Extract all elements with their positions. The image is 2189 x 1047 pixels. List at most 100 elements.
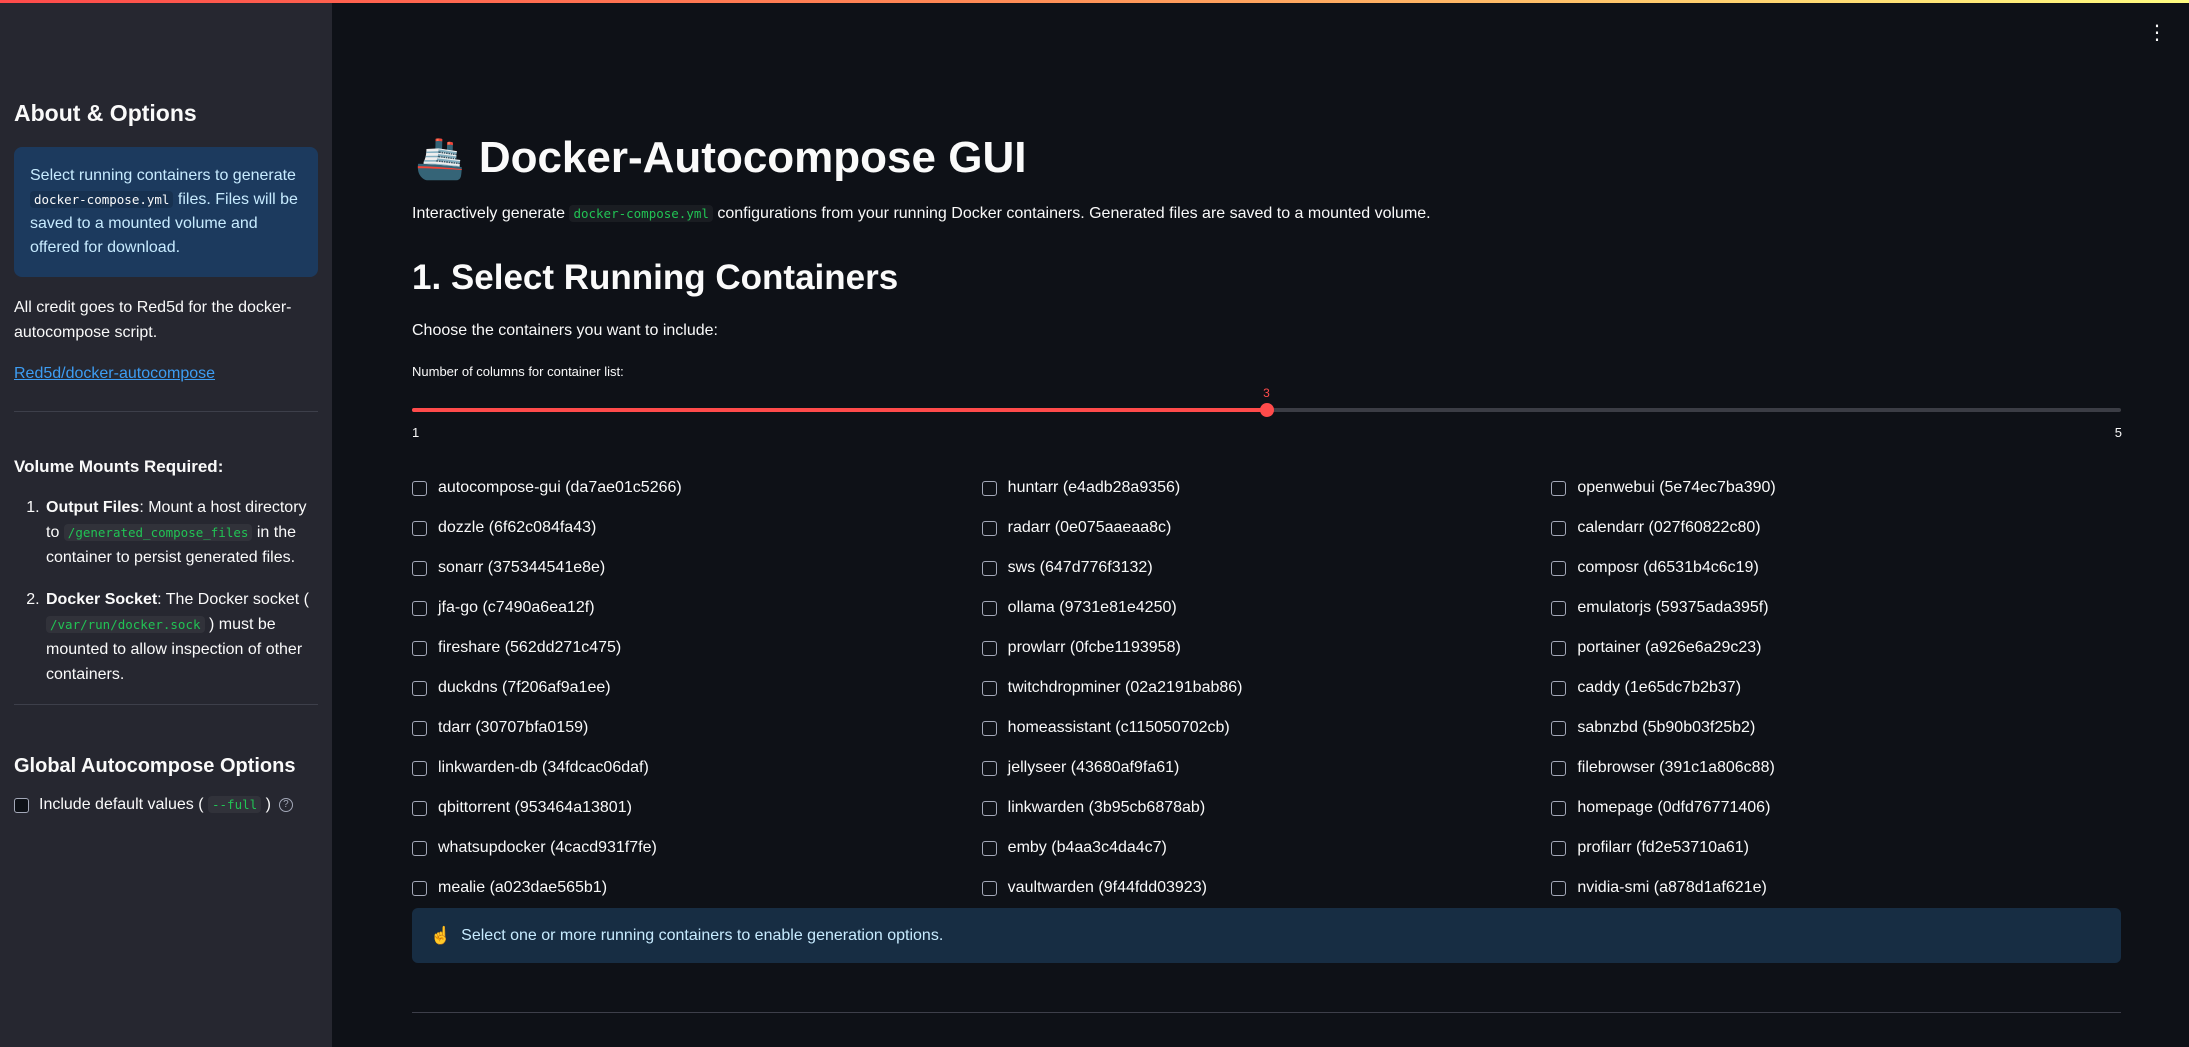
container-option[interactable]: jfa-go (c7490a6ea12f) [412, 588, 982, 628]
subtitle-code: docker-compose.yml [569, 205, 713, 222]
container-checkbox[interactable] [412, 680, 427, 696]
container-checkbox[interactable] [981, 800, 997, 816]
container-checkbox[interactable] [412, 520, 427, 536]
help-icon[interactable]: ? [278, 798, 293, 812]
container-checkbox[interactable] [412, 640, 427, 656]
container-label: calendarr (027f60822c80) [1577, 519, 1761, 536]
container-checkbox[interactable] [981, 840, 997, 856]
global-options-title: Global Autocompose Options [14, 755, 296, 777]
container-checkbox[interactable] [981, 640, 997, 656]
container-checkbox[interactable] [412, 720, 427, 736]
container-checkbox[interactable] [412, 600, 427, 616]
container-checkbox[interactable] [412, 880, 427, 896]
container-checkbox[interactable] [981, 680, 997, 696]
volume-item-socket: Docker Socket: The Docker socket ( /var/… [44, 587, 318, 687]
container-label: linkwarden-db (34fdcac06daf) [438, 759, 649, 776]
container-label: sabnzbd (5b90b03f25b2) [1577, 719, 1756, 736]
container-column: autocompose-gui (da7ae01c5266) dozzle (6f… [412, 468, 982, 908]
container-option[interactable]: mealie (a023dae565b1) [412, 868, 982, 908]
container-option[interactable]: linkwarden (3b95cb6878ab) [981, 788, 1552, 828]
container-option[interactable]: twitchdropminer (02a2191bab86) [981, 668, 1552, 708]
container-label: mealie (a023dae565b1) [438, 879, 608, 896]
container-option[interactable]: caddy (1e65dc7b2b37) [1551, 668, 2121, 708]
container-option[interactable]: profilarr (fd2e53710a61) [1551, 828, 2121, 868]
container-checkbox[interactable] [1551, 840, 1567, 856]
container-checkbox[interactable] [981, 560, 997, 576]
volume-item-socket-label: Docker Socket [46, 591, 158, 608]
container-checkbox[interactable] [1551, 560, 1567, 576]
slider-thumb[interactable] [1259, 403, 1274, 417]
container-option[interactable]: jellyseer (43680af9fa61) [981, 748, 1552, 788]
slider-max-label: 5 [2114, 425, 2122, 440]
container-option[interactable]: radarr (0e075aaeaa8c) [981, 508, 1552, 548]
container-columns: autocompose-gui (da7ae01c5266) dozzle (6f… [412, 468, 2121, 908]
container-option[interactable]: dozzle (6f62c084fa43) [412, 508, 982, 548]
container-checkbox[interactable] [1551, 880, 1567, 896]
container-label: sonarr (375344541e8e) [438, 559, 606, 576]
container-option[interactable]: fireshare (562dd271c475) [412, 628, 982, 668]
container-label: prowlarr (0fcbe1193958) [1007, 639, 1181, 656]
container-label: whatsupdocker (4cacd931f7fe) [438, 839, 657, 856]
container-checkbox[interactable] [1551, 480, 1567, 496]
container-checkbox[interactable] [1551, 680, 1567, 696]
container-checkbox[interactable] [412, 760, 427, 776]
container-option[interactable]: ollama (9731e81e4250) [981, 588, 1552, 628]
container-checkbox[interactable] [981, 480, 997, 496]
container-label: huntarr (e4adb28a9356) [1007, 479, 1181, 496]
container-option[interactable]: calendarr (027f60822c80) [1551, 508, 2121, 548]
container-label: emulatorjs (59375ada395f) [1577, 599, 1769, 616]
container-label: linkwarden (3b95cb6878ab) [1007, 799, 1206, 816]
container-option[interactable]: homeassistant (c115050702cb) [981, 708, 1552, 748]
container-option[interactable]: whatsupdocker (4cacd931f7fe) [412, 828, 982, 868]
repo-link[interactable]: Red5d/docker-autocompose [14, 365, 215, 383]
container-label: sws (647d776f3132) [1007, 559, 1153, 576]
container-checkbox[interactable] [981, 880, 997, 896]
container-option[interactable]: emulatorjs (59375ada395f) [1551, 588, 2121, 628]
container-option[interactable]: huntarr (e4adb28a9356) [981, 468, 1552, 508]
container-option[interactable]: emby (b4aa3c4da4c7) [981, 828, 1552, 868]
include-defaults-checkbox[interactable] [14, 797, 29, 813]
container-checkbox[interactable] [1551, 760, 1567, 776]
container-checkbox[interactable] [981, 520, 997, 536]
container-option[interactable]: tdarr (30707bfa0159) [412, 708, 982, 748]
container-option[interactable]: filebrowser (391c1a806c88) [1551, 748, 2121, 788]
container-option[interactable]: linkwarden-db (34fdcac06daf) [412, 748, 982, 788]
container-option[interactable]: qbittorrent (953464a13801) [412, 788, 982, 828]
container-checkbox[interactable] [1551, 800, 1567, 816]
container-option[interactable]: portainer (a926e6a29c23) [1551, 628, 2121, 668]
container-label: duckdns (7f206af9a1ee) [438, 679, 611, 696]
main-menu-icon[interactable]: ⋮ [2147, 23, 2167, 43]
include-defaults-option[interactable]: Include default values ( --full ) ? [14, 796, 318, 814]
include-defaults-code: --full [208, 796, 262, 813]
container-checkbox[interactable] [412, 800, 427, 816]
container-option[interactable]: autocompose-gui (da7ae01c5266) [412, 468, 982, 508]
container-checkbox[interactable] [981, 720, 997, 736]
container-label: composr (d6531b4c6c19) [1577, 559, 1759, 576]
container-checkbox[interactable] [412, 560, 427, 576]
container-checkbox[interactable] [412, 480, 427, 496]
container-option[interactable]: composr (d6531b4c6c19) [1551, 548, 2121, 588]
include-defaults-label-pre: Include default values ( [39, 796, 204, 813]
container-checkbox[interactable] [1551, 720, 1567, 736]
container-option[interactable]: sabnzbd (5b90b03f25b2) [1551, 708, 2121, 748]
container-option[interactable]: homepage (0dfd76771406) [1551, 788, 2121, 828]
container-checkbox[interactable] [981, 760, 997, 776]
info-box: Select running containers to generate do… [14, 147, 318, 277]
container-checkbox[interactable] [1551, 520, 1567, 536]
container-checkbox[interactable] [981, 600, 997, 616]
container-option[interactable]: sonarr (375344541e8e) [412, 548, 982, 588]
container-checkbox[interactable] [412, 840, 427, 856]
container-checkbox[interactable] [1551, 600, 1567, 616]
container-option[interactable]: prowlarr (0fcbe1193958) [981, 628, 1552, 668]
container-option[interactable]: openwebui (5e74ec7ba390) [1551, 468, 2121, 508]
container-option[interactable]: duckdns (7f206af9a1ee) [412, 668, 982, 708]
choose-text: Choose the containers you want to includ… [412, 322, 718, 339]
container-checkbox[interactable] [1551, 640, 1567, 656]
columns-slider-label: Number of columns for container list: [412, 364, 624, 379]
container-option[interactable]: nvidia-smi (a878d1af621e) [1551, 868, 2121, 908]
container-option[interactable]: vaultwarden (9f44fdd03923) [981, 868, 1552, 908]
volume-mounts-list: Output Files: Mount a host directory to … [14, 495, 318, 687]
container-option[interactable]: sws (647d776f3132) [981, 548, 1552, 588]
container-label: filebrowser (391c1a806c88) [1577, 759, 1775, 776]
columns-slider[interactable]: 3 [412, 386, 2121, 430]
